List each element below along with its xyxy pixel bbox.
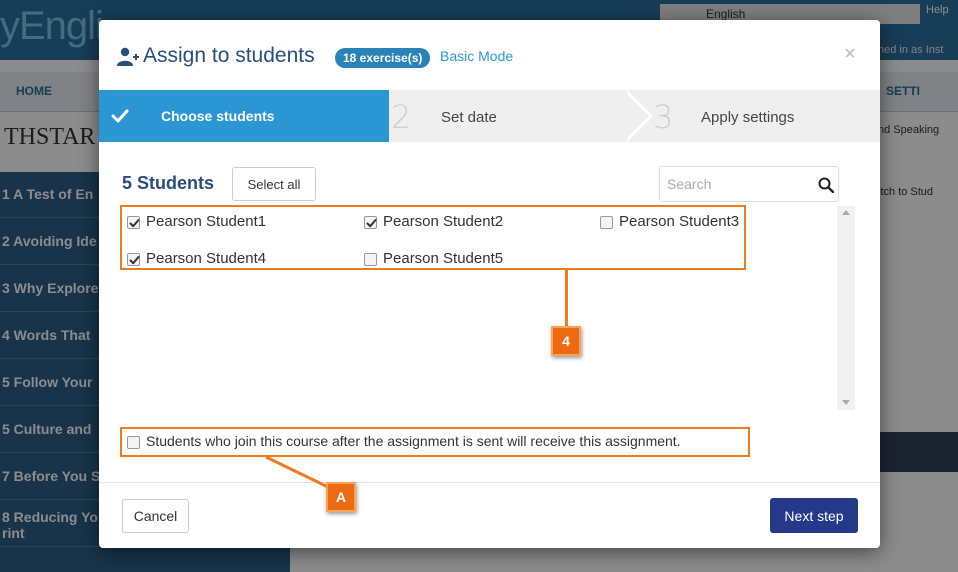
search-box	[659, 166, 839, 202]
annotation-box-students	[120, 205, 746, 270]
select-all-button[interactable]: Select all	[232, 167, 316, 201]
step-choose-students[interactable]: Choose students	[99, 90, 389, 142]
check-icon	[111, 109, 129, 123]
annotation-marker-a: A	[326, 482, 356, 512]
footer-divider	[99, 482, 880, 483]
search-icon[interactable]	[818, 177, 834, 193]
step-label: Apply settings	[701, 109, 795, 126]
next-step-button[interactable]: Next step	[770, 498, 858, 533]
modal-title: Assign to students	[143, 44, 315, 67]
step-arrow	[359, 90, 385, 142]
user-plus-icon	[117, 47, 139, 66]
step-label: Choose students	[161, 108, 275, 124]
scroll-down-arrow-icon[interactable]	[842, 400, 850, 405]
assign-modal: Assign to students 18 exercise(s) Basic …	[99, 20, 880, 548]
step-label: Set date	[441, 109, 497, 126]
exercise-count-badge: 18 exercise(s)	[335, 48, 431, 68]
annotation-line	[565, 270, 568, 328]
step-apply-settings[interactable]: 3 Apply settings	[647, 90, 880, 142]
step-number: 2	[391, 98, 412, 136]
modal-header: Assign to students 18 exercise(s) Basic …	[99, 20, 880, 90]
basic-mode-link[interactable]: Basic Mode	[440, 48, 513, 64]
step-number: 3	[653, 98, 674, 136]
annotation-box-late-join	[120, 427, 750, 457]
close-icon[interactable]: ×	[842, 44, 858, 64]
step-set-date[interactable]: 2 Set date	[389, 90, 639, 142]
cancel-button[interactable]: Cancel	[122, 499, 189, 533]
student-list-scrollbar[interactable]	[837, 206, 855, 410]
stepper: Choose students 2 Set date 3 Apply setti…	[99, 90, 880, 142]
search-input[interactable]	[661, 168, 811, 200]
student-count-label: 5 Students	[122, 173, 215, 193]
scroll-up-arrow-icon[interactable]	[842, 210, 850, 215]
annotation-marker-4: 4	[551, 326, 581, 356]
